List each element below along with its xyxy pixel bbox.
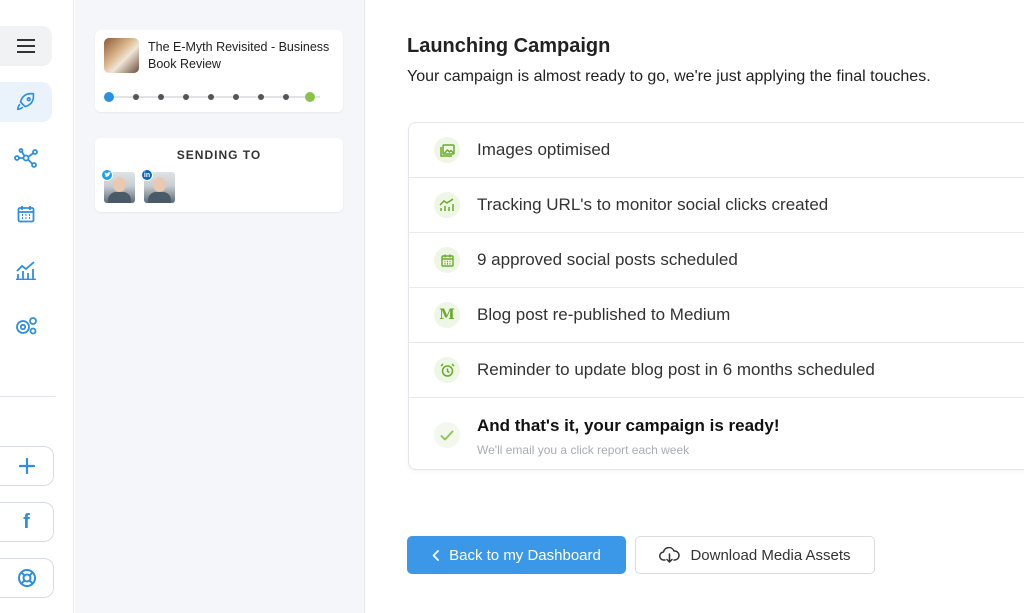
image-icon: [434, 137, 460, 163]
list-item: Images optimised: [409, 123, 1024, 178]
campaign-thumbnail: [104, 38, 139, 73]
progress-dot: [283, 94, 289, 100]
analytics-nav-button[interactable]: [0, 250, 52, 290]
calendar-icon: [17, 206, 35, 223]
chevron-left-icon: [432, 549, 440, 561]
progress-dot: [208, 94, 214, 100]
avatar-body: [108, 192, 131, 203]
avatar-face: [153, 177, 166, 192]
sending-to-label: SENDING TO: [176, 148, 262, 162]
back-button-label: Back to my Dashboard: [449, 546, 601, 564]
list-item: 9 approved social posts scheduled: [409, 233, 1024, 288]
plus-icon: [18, 458, 35, 474]
help-button[interactable]: [0, 558, 54, 598]
progress-dot: [183, 94, 189, 100]
menu-button[interactable]: [0, 26, 52, 66]
download-media-assets-button[interactable]: Download Media Assets: [635, 536, 875, 574]
page-subtitle: Your campaign is almost ready to go, we'…: [407, 68, 931, 85]
facebook-icon: f: [23, 510, 30, 533]
linkedin-icon: in: [141, 169, 153, 181]
settings-nav-button[interactable]: [0, 306, 52, 346]
progress-dot: [305, 92, 315, 102]
list-item: Tracking URL's to monitor social clicks …: [409, 178, 1024, 233]
list-item: And that's it, your campaign is ready! W…: [409, 398, 1024, 471]
progress-dot: [158, 94, 164, 100]
facebook-button[interactable]: f: [0, 502, 54, 542]
sending-to-card: SENDING TO in: [95, 138, 343, 212]
twitter-icon: [101, 169, 113, 181]
main-content: Launching Campaign Your campaign is almo…: [366, 0, 1024, 613]
alarm-icon: [434, 357, 460, 383]
campaigns-nav-button[interactable]: [0, 82, 52, 122]
step-subtext: We'll email you a click report each week: [477, 443, 690, 457]
linkedin-badge-text: in: [143, 171, 151, 179]
calendar-nav-button[interactable]: [0, 194, 52, 234]
back-to-dashboard-button[interactable]: Back to my Dashboard: [407, 536, 626, 574]
step-text: Reminder to update blog post in 6 months…: [477, 360, 875, 379]
list-item: Reminder to update blog post in 6 months…: [409, 343, 1024, 398]
chart-icon: [434, 192, 460, 218]
progress-dot: [104, 92, 114, 102]
avatar-body: [148, 192, 171, 203]
menu-icon: [17, 39, 35, 53]
rail-divider: [0, 396, 56, 397]
lifebuoy-icon: [17, 569, 36, 587]
list-item: M Blog post re-published to Medium: [409, 288, 1024, 343]
calendar-icon: [434, 247, 460, 273]
campaign-card[interactable]: The E-Myth Revisited - Business Book Rev…: [95, 30, 343, 112]
step-text: Tracking URL's to monitor social clicks …: [477, 195, 829, 214]
rocket-icon: [16, 92, 35, 111]
step-text: Images optimised: [477, 140, 611, 159]
campaign-title: The E-Myth Revisited - Business Book Rev…: [148, 40, 330, 71]
launch-steps-list: Images optimised Tracking URL's to monit…: [408, 122, 1024, 470]
page-title: Launching Campaign: [407, 35, 611, 57]
add-button[interactable]: [0, 446, 54, 486]
progress-dot: [258, 94, 264, 100]
step-text: Blog post re-published to Medium: [477, 305, 731, 324]
step-text: 9 approved social posts scheduled: [477, 250, 738, 269]
icon-sidebar: f: [0, 0, 74, 613]
progress-dot: [233, 94, 239, 100]
campaign-panel: The E-Myth Revisited - Business Book Rev…: [75, 0, 365, 613]
step-text-final: And that's it, your campaign is ready!: [477, 416, 780, 435]
medium-icon: M: [434, 302, 460, 328]
avatar-face: [113, 177, 126, 192]
analytics-icon: [16, 261, 36, 280]
cloud-download-icon: [659, 547, 681, 563]
progress-dot: [133, 94, 139, 100]
network-icon: [14, 148, 38, 168]
campaign-progress: [104, 92, 324, 102]
check-icon: [434, 422, 460, 448]
settings-icon: [16, 317, 37, 335]
download-button-label: Download Media Assets: [690, 546, 851, 564]
network-nav-button[interactable]: [0, 138, 52, 178]
